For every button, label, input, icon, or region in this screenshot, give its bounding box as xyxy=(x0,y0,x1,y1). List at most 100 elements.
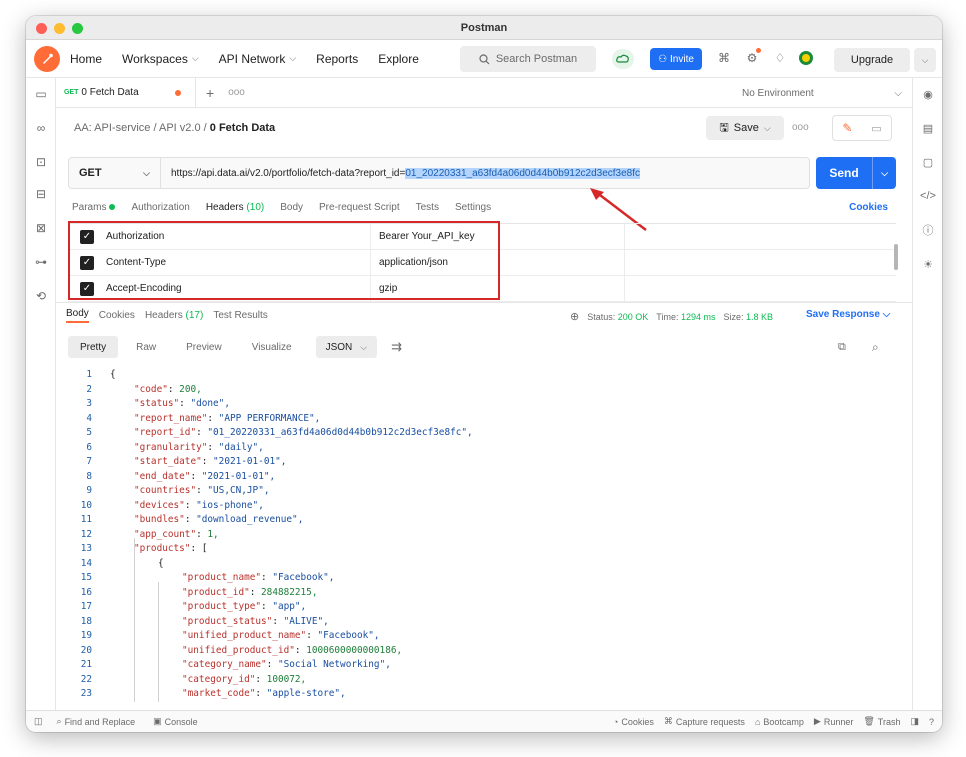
upgrade-button[interactable]: Upgrade xyxy=(834,48,910,72)
environments-icon[interactable]: ⊡ xyxy=(33,154,49,170)
console-label: Console xyxy=(164,716,198,727)
edit-pencil-icon[interactable]: ✎ xyxy=(842,121,852,135)
globe-icon[interactable]: ⊕ xyxy=(570,310,579,323)
headers-scrollbar[interactable] xyxy=(894,244,898,270)
breadcrumb-collection[interactable]: API v2.0 xyxy=(159,122,201,134)
code-text: "report_name": "APP PERFORMANCE", xyxy=(110,412,320,427)
json-key: "product_status" xyxy=(182,615,273,627)
json-value: "ALIVE", xyxy=(283,615,329,627)
headers-count: (10) xyxy=(246,202,265,213)
console-button[interactable]: ▣ Console xyxy=(153,716,198,727)
documentation-icon[interactable]: ▤ xyxy=(920,120,936,136)
response-tab-headers-label: Headers xyxy=(144,310,183,321)
json-key: "product_type" xyxy=(182,601,262,612)
lightbulb-icon[interactable]: ☀ xyxy=(920,256,936,272)
code-text: "product_name": "Facebook", xyxy=(110,571,334,586)
satellite-icon[interactable]: ⌘ xyxy=(716,50,732,66)
info-icon[interactable]: ⓘ xyxy=(920,222,936,238)
cookies-button[interactable]: ◔ Cookies xyxy=(613,717,654,727)
capture-requests-button[interactable]: ⌘ Capture requests xyxy=(664,716,745,727)
line-number: 23 xyxy=(80,688,92,699)
line-number: 5 xyxy=(86,427,92,438)
code-text: "market_code": "apple-store", xyxy=(110,687,346,702)
monitors-icon[interactable]: ⊠ xyxy=(33,220,49,236)
code-line: 19 "unified_product_name": "Facebook", xyxy=(68,629,888,644)
code-icon[interactable]: </> xyxy=(920,188,936,204)
nav-workspaces-label: Workspaces xyxy=(122,51,188,66)
send-button[interactable]: Send ⌵ xyxy=(816,157,896,189)
close-window-button[interactable] xyxy=(36,23,47,34)
response-tab-headers[interactable]: Headers (17) xyxy=(145,310,203,321)
comment-icon[interactable]: ▭ xyxy=(871,122,881,135)
nav-home[interactable]: Home xyxy=(70,52,102,66)
apis-icon[interactable]: ∞ xyxy=(33,120,49,136)
request-more-button[interactable]: ooo xyxy=(792,122,809,133)
json-colon: : xyxy=(261,572,273,583)
line-number: 13 xyxy=(80,543,92,554)
view-preview-button[interactable]: Preview xyxy=(174,336,234,358)
tab-more-button[interactable]: ooo xyxy=(228,87,245,98)
response-tab-test-results[interactable]: Test Results xyxy=(213,310,267,321)
save-response-button[interactable]: Save Response ⌵ xyxy=(806,309,890,320)
json-value: "US,CN,JP", xyxy=(207,485,270,496)
new-tab-button[interactable]: + xyxy=(206,85,214,101)
notification-dot xyxy=(756,48,761,53)
trash-button[interactable]: 🗑 Trash xyxy=(863,716,900,727)
nav-explore[interactable]: Explore xyxy=(378,52,419,66)
history-icon[interactable]: ⟲ xyxy=(33,288,49,304)
bootcamp-button[interactable]: ⌂ Bootcamp xyxy=(755,717,804,727)
invite-button[interactable]: ⚇ Invite xyxy=(650,48,702,70)
comments-icon[interactable]: ▢ xyxy=(920,154,936,170)
help-icon[interactable]: ? xyxy=(929,717,934,727)
wrap-lines-icon[interactable]: ⇉ xyxy=(391,339,402,355)
view-visualize-button[interactable]: Visualize xyxy=(240,336,304,358)
url-input[interactable]: https://api.data.ai/v2.0/portfolio/fetch… xyxy=(161,167,641,179)
flows-icon[interactable]: ⊶ xyxy=(33,254,49,270)
save-button[interactable]: 🖫 Save ⌵ xyxy=(706,116,784,140)
header-description[interactable] xyxy=(624,275,896,302)
json-key: "market_code" xyxy=(182,688,256,699)
eye-icon[interactable]: ◉ xyxy=(920,86,936,102)
satellite-icon: ⌘ xyxy=(663,716,673,726)
upgrade-menu-button[interactable]: ⌵ xyxy=(914,48,936,72)
minimize-window-button[interactable] xyxy=(54,23,65,34)
header-description[interactable] xyxy=(624,249,896,276)
nav-workspaces[interactable]: Workspaces ⌵ xyxy=(122,52,199,66)
bell-icon[interactable]: ♢ xyxy=(772,50,788,66)
search-input[interactable]: Search Postman xyxy=(460,46,596,72)
two-pane-icon[interactable]: ◨ xyxy=(910,716,919,727)
response-tab-cookies[interactable]: Cookies xyxy=(99,310,135,321)
toggle-sidebar-icon[interactable]: ◫ xyxy=(34,716,43,727)
code-text: "granularity": "daily", xyxy=(110,441,264,456)
tab-fetch-data[interactable]: GET 0 Fetch Data xyxy=(56,77,196,108)
zoom-window-button[interactable] xyxy=(72,23,83,34)
code-text: "devices": "ios-phone", xyxy=(110,499,264,514)
find-replace-button[interactable]: ⌕ Find and Replace xyxy=(57,716,136,727)
method-select[interactable]: GET ⌵ xyxy=(69,158,161,188)
header-description[interactable] xyxy=(624,223,896,250)
view-pretty-button[interactable]: Pretty xyxy=(68,336,119,358)
response-body-code[interactable]: 1{2 "code": 200, 3 "status": "done", 4 "repor… xyxy=(68,368,888,702)
postman-logo-icon[interactable] xyxy=(34,45,60,72)
runner-button[interactable]: ▶ Runner xyxy=(814,716,853,727)
view-raw-button[interactable]: Raw xyxy=(124,336,168,358)
nav-reports[interactable]: Reports xyxy=(316,52,358,66)
code-line: 14 { xyxy=(68,557,888,572)
format-select[interactable]: JSON ⌵ xyxy=(315,336,378,358)
search-icon[interactable]: ⌕ xyxy=(872,340,879,355)
collections-icon[interactable]: ▭ xyxy=(33,86,49,102)
json-key: "start_date" xyxy=(134,456,202,467)
sync-status-icon[interactable] xyxy=(612,49,634,69)
response-tab-body[interactable]: Body xyxy=(66,308,89,323)
nav-api-network[interactable]: API Network ⌵ xyxy=(219,52,297,66)
save-icon: 🖫 xyxy=(719,121,729,134)
environment-select[interactable]: No Environment ⌵ xyxy=(732,78,902,108)
copy-icon[interactable]: ⧉ xyxy=(838,341,846,354)
breadcrumb-workspace[interactable]: AA: API-service xyxy=(74,122,150,134)
cookies-link[interactable]: Cookies xyxy=(849,202,888,213)
settings-icon[interactable]: ⚙ xyxy=(744,48,761,66)
chevron-down-icon[interactable]: ⌵ xyxy=(873,168,896,179)
avatar[interactable] xyxy=(798,50,814,66)
mock-servers-icon[interactable]: ⊟ xyxy=(33,186,49,202)
window-title: Postman xyxy=(460,22,508,34)
